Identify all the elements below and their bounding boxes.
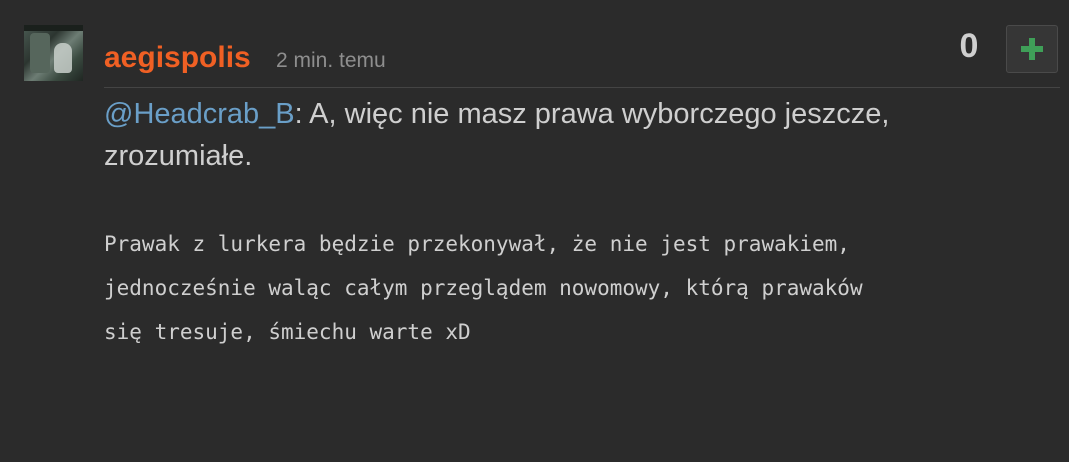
mention-link[interactable]: @Headcrab_B [104,98,295,130]
vote-score: 0 [959,27,979,65]
divider [104,87,1060,88]
comment: aegispolis 2 min. temu 0 @Headcrab_B: A,… [0,0,1069,462]
plus-icon [1021,38,1043,60]
comment-quote-text: Prawak z lurkera będzie przekonywał, że … [104,232,863,344]
avatar-shade [24,25,83,31]
comment-body: @Headcrab_B: A, więc nie masz prawa wybo… [104,93,1004,177]
avatar[interactable] [24,25,83,81]
username-link[interactable]: aegispolis [104,40,251,76]
timestamp[interactable]: 2 min. temu [276,48,386,74]
avatar-figure-left [30,33,50,73]
avatar-figure-right [54,43,72,73]
upvote-button[interactable] [1006,25,1058,73]
